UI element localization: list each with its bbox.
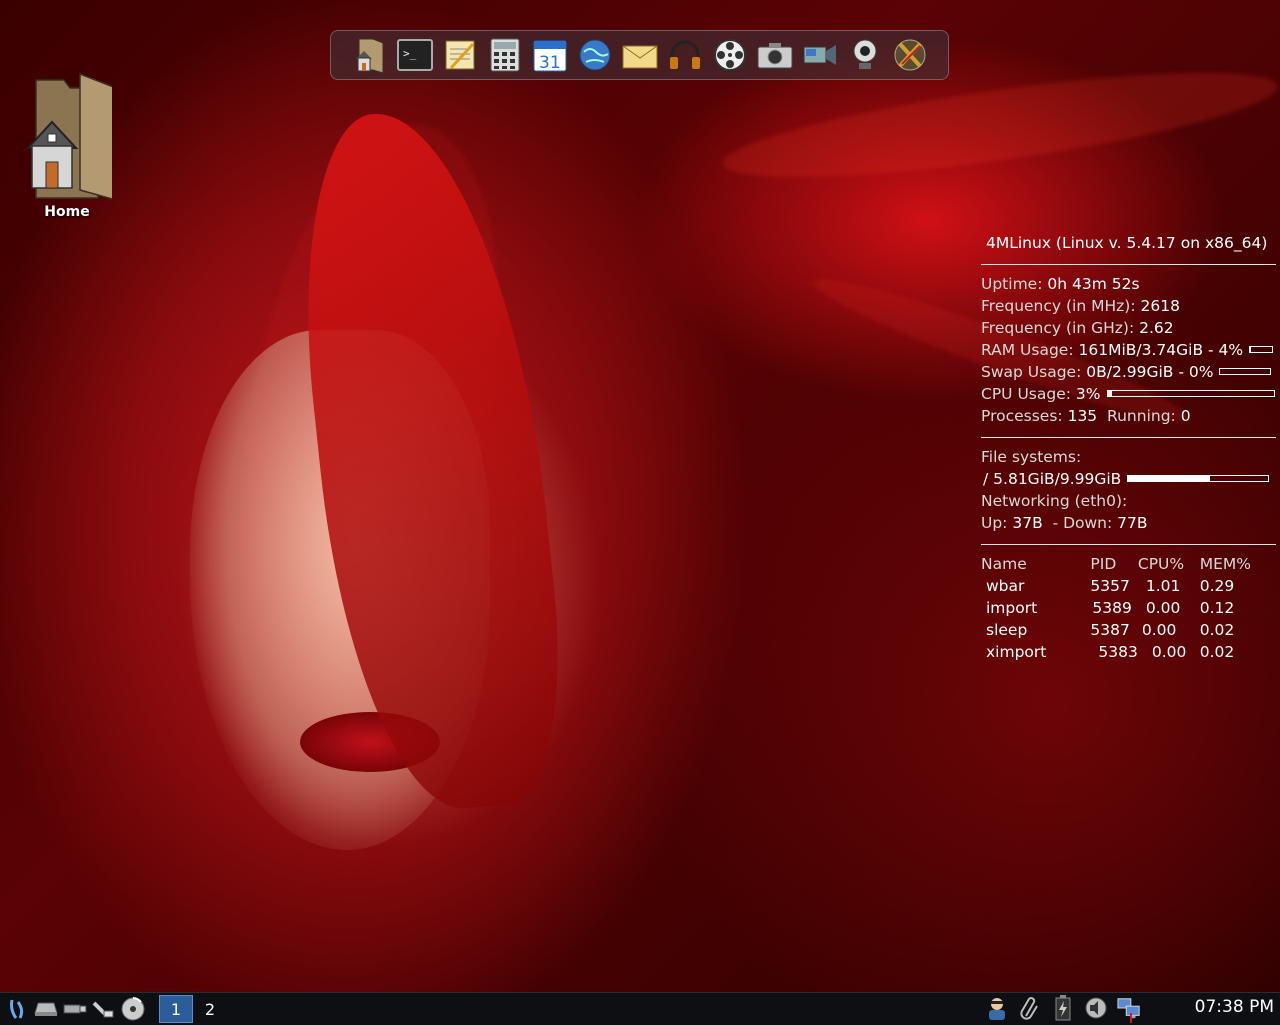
- proc-pid: 5387: [1090, 621, 1130, 639]
- cpu-value: 3%: [1075, 385, 1101, 403]
- processes-label: Processes:: [981, 407, 1063, 425]
- system-tray: [980, 995, 1141, 1021]
- table-row: import 5389 0.00 0.12: [981, 597, 1251, 619]
- cd-icon[interactable]: [121, 997, 145, 1021]
- desktop-home-icon[interactable]: Home: [22, 70, 117, 220]
- workspace-label: 1: [170, 999, 182, 1019]
- processes-value: 135: [1067, 407, 1098, 425]
- ram-bar: [1249, 345, 1274, 353]
- clock[interactable]: 07:38 PM: [1195, 997, 1274, 1017]
- webcam-icon[interactable]: [847, 37, 883, 73]
- monitor-header: 4MLinux (Linux v. 5.4.17 on x86_64): [986, 234, 1268, 252]
- net-label: Networking (eth0):: [981, 492, 1128, 510]
- cpu-label: CPU Usage:: [981, 385, 1071, 403]
- home-folder-icon: [25, 72, 117, 201]
- proc-cpu: 0.00: [1145, 599, 1181, 617]
- proc-mem: 0.02: [1199, 621, 1235, 639]
- svg-text:>_: >_: [403, 47, 417, 60]
- ram-label: RAM Usage:: [981, 341, 1074, 359]
- usb-icon[interactable]: [63, 997, 87, 1021]
- proc-pid: 5383: [1098, 643, 1138, 661]
- up-label: Up:: [981, 514, 1008, 532]
- terminal-icon[interactable]: >_: [396, 37, 433, 73]
- app-dock: >_ 31: [330, 30, 949, 80]
- process-table-header: Name PID CPU% MEM%: [981, 553, 1251, 575]
- divider: [981, 437, 1276, 438]
- freq-ghz-value: 2.62: [1139, 319, 1174, 337]
- camera-icon[interactable]: [757, 37, 793, 73]
- proc-cpu: 0.00: [1151, 643, 1187, 661]
- text-editor-icon[interactable]: [442, 37, 478, 73]
- down-value: 77B: [1117, 514, 1148, 532]
- cpu-bar: [1106, 389, 1275, 397]
- proc-name: wbar: [986, 577, 1025, 595]
- col-pid-header: PID: [1090, 555, 1117, 573]
- x-tools-icon[interactable]: [892, 37, 928, 73]
- down-label: - Down:: [1052, 514, 1113, 532]
- table-row: wbar 5357 1.01 0.29: [981, 575, 1251, 597]
- table-row: sleep 5387 0.00 0.02: [981, 619, 1251, 641]
- proc-cpu: 1.01: [1145, 577, 1181, 595]
- col-name-header: Name: [981, 555, 1027, 573]
- table-row: ximport 5383 0.00 0.02: [981, 641, 1251, 663]
- home-folder-icon[interactable]: [352, 37, 388, 73]
- running-value: 0: [1180, 407, 1191, 425]
- workspace-label: 2: [204, 999, 216, 1019]
- taskbar: 1 2 07:38 PM: [0, 992, 1280, 1025]
- film-reel-icon[interactable]: [712, 37, 748, 73]
- web-browser-icon[interactable]: [577, 37, 613, 73]
- headphones-icon[interactable]: [667, 37, 703, 73]
- fs-root-label: /: [983, 470, 989, 488]
- fs-root-bar-fill: [1128, 475, 1210, 481]
- user-icon[interactable]: [985, 996, 1009, 1020]
- system-monitor: 4MLinux (Linux v. 5.4.17 on x86_64) Upti…: [981, 232, 1276, 663]
- uptime-value: 0h 43m 52s: [1047, 275, 1140, 293]
- col-mem-header: MEM%: [1199, 555, 1251, 573]
- divider: [981, 264, 1276, 265]
- proc-mem: 0.29: [1199, 577, 1235, 595]
- video-camera-icon[interactable]: [802, 37, 838, 73]
- freq-mhz-label: Frequency (in MHz):: [981, 297, 1136, 315]
- proc-cpu: 0.00: [1141, 621, 1177, 639]
- swap-label: Swap Usage:: [981, 363, 1082, 381]
- proc-pid: 5389: [1092, 599, 1132, 617]
- cpu-bar-fill: [1107, 390, 1113, 396]
- freq-mhz-value: 2618: [1140, 297, 1180, 315]
- ram-value: 161MiB/3.74GiB - 4%: [1078, 341, 1244, 359]
- network-computers-icon[interactable]: [1117, 996, 1141, 1020]
- fs-root-value: 5.81GiB/9.99GiB: [993, 470, 1122, 488]
- running-label: Running:: [1107, 407, 1176, 425]
- drive-icon[interactable]: [34, 997, 58, 1021]
- proc-pid: 5357: [1090, 577, 1130, 595]
- ram-bar-fill: [1250, 346, 1251, 352]
- network-cable-icon[interactable]: [92, 997, 116, 1021]
- workspace-2[interactable]: 2: [193, 995, 227, 1023]
- swap-value: 0B/2.99GiB - 0%: [1086, 363, 1214, 381]
- proc-mem: 0.02: [1199, 643, 1235, 661]
- freq-ghz-label: Frequency (in GHz):: [981, 319, 1135, 337]
- proc-mem: 0.12: [1199, 599, 1235, 617]
- calendar-icon[interactable]: 31: [532, 37, 568, 73]
- proc-name: ximport: [986, 643, 1047, 661]
- fs-label: File systems:: [981, 448, 1082, 466]
- fs-root-bar: [1127, 474, 1270, 482]
- swap-bar: [1219, 367, 1272, 375]
- tray-separator: [1130, 1013, 1132, 1023]
- calendar-day: 31: [539, 53, 561, 72]
- up-value: 37B: [1012, 514, 1043, 532]
- menu-icon[interactable]: [5, 997, 29, 1021]
- paperclip-icon[interactable]: [1018, 996, 1042, 1020]
- col-cpu-header: CPU%: [1137, 555, 1185, 573]
- calculator-icon[interactable]: [487, 37, 523, 73]
- mail-icon[interactable]: [622, 37, 658, 73]
- proc-name: import: [986, 599, 1038, 617]
- uptime-label: Uptime:: [981, 275, 1043, 293]
- battery-charging-icon[interactable]: [1051, 995, 1075, 1021]
- workspace-1[interactable]: 1: [159, 995, 193, 1023]
- divider: [981, 544, 1276, 545]
- proc-name: sleep: [986, 621, 1028, 639]
- speaker-icon[interactable]: [1084, 996, 1108, 1020]
- desktop-icon-label: Home: [44, 204, 90, 220]
- process-table: Name PID CPU% MEM% wbar 5357 1.01 0.29 i…: [981, 553, 1251, 663]
